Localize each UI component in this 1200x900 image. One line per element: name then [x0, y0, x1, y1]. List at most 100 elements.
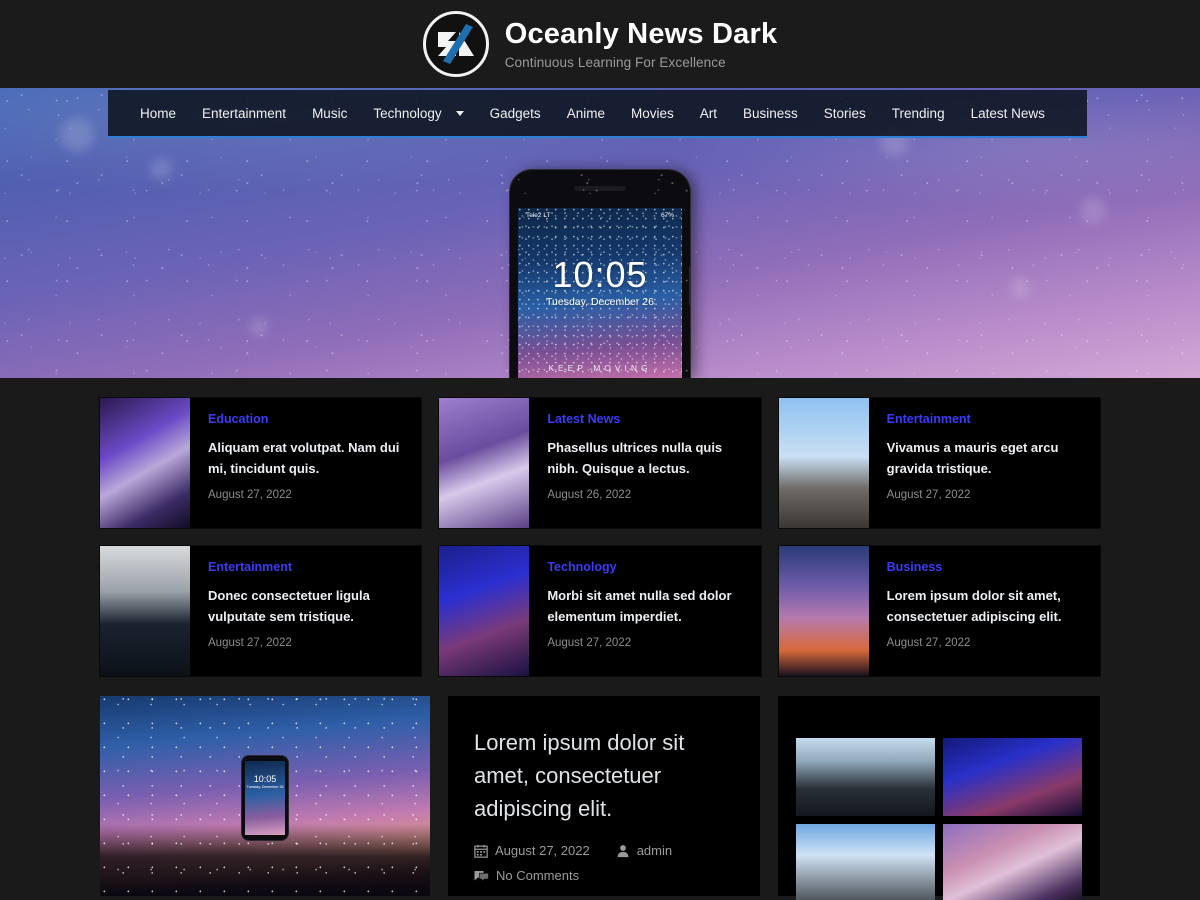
- post-category-link[interactable]: Entertainment: [887, 412, 1084, 426]
- featured-post-comments-label: No Comments: [496, 868, 580, 883]
- site-header: Oceanly News Dark Continuous Learning Fo…: [0, 0, 1200, 88]
- phone-battery: 67%: [660, 212, 674, 219]
- post-category-link[interactable]: Latest News: [547, 412, 744, 426]
- site-branding[interactable]: Oceanly News Dark Continuous Learning Fo…: [422, 11, 778, 77]
- nav-label: Gadgets: [489, 105, 541, 121]
- hero-bokeh: [1010, 278, 1030, 298]
- calendar-icon: [474, 844, 488, 858]
- post-card[interactable]: Technology Morbi sit amet nulla sed dolo…: [439, 546, 761, 676]
- featured-post-date-label: August 27, 2022: [495, 843, 590, 858]
- post-card[interactable]: Entertainment Vivamus a mauris eget arcu…: [778, 398, 1100, 528]
- phone-screen: Tele2 LT 67% 10:05 Tuesday, December 26 …: [518, 208, 682, 378]
- nav-item-movies[interactable]: Movies: [618, 89, 687, 137]
- post-thumbnail[interactable]: [439, 546, 530, 676]
- nav-item-trending[interactable]: Trending: [879, 89, 958, 137]
- post-thumbnail[interactable]: [439, 398, 530, 528]
- featured-phone-date: Tuesday, December 26: [246, 785, 284, 789]
- nav-label: Technology: [373, 105, 442, 121]
- post-category-link[interactable]: Technology: [547, 560, 744, 574]
- nav-item-latest-news[interactable]: Latest News: [958, 89, 1058, 137]
- post-card[interactable]: Latest News Phasellus ultrices nulla qui…: [439, 398, 761, 528]
- post-date: August 27, 2022: [886, 489, 971, 502]
- featured-post-row: 10:05 Tuesday, December 26 Lorem ipsum d…: [100, 676, 1100, 900]
- post-title[interactable]: Morbi sit amet nulla sed dolor elementum…: [547, 585, 744, 627]
- featured-post-author-label: admin: [636, 843, 673, 858]
- post-date: August 27, 2022: [208, 489, 292, 502]
- post-date: August 26, 2022: [547, 489, 632, 502]
- chevron-down-icon[interactable]: [455, 110, 464, 116]
- user-icon: [617, 844, 629, 857]
- post-title[interactable]: Aliquam erat volutpat. Nam dui mi, tinci…: [208, 437, 405, 479]
- gallery-widget: [778, 696, 1100, 900]
- featured-post-author[interactable]: admin: [616, 843, 672, 858]
- featured-post-comments[interactable]: No Comments: [474, 868, 734, 883]
- nav-item-anime[interactable]: Anime: [554, 89, 618, 137]
- nav-item-art[interactable]: Art: [687, 89, 730, 137]
- post-title[interactable]: Lorem ipsum dolor sit amet, consectetuer…: [887, 585, 1084, 627]
- hero-bokeh: [150, 158, 172, 180]
- hero-phone-image: Tele2 LT 67% 10:05 Tuesday, December 26 …: [510, 170, 690, 378]
- phone-clock: 10:05: [552, 254, 648, 295]
- phone-slogan: KEEP MOVING: [548, 363, 652, 373]
- post-card[interactable]: Business Lorem ipsum dolor sit amet, con…: [778, 546, 1100, 676]
- hero-bokeh: [250, 318, 268, 336]
- phone-carrier: Tele2 LT: [526, 212, 551, 219]
- post-title[interactable]: Donec consectetuer ligula vulputate sem …: [208, 585, 405, 627]
- featured-post-card: Lorem ipsum dolor sit amet, consectetuer…: [448, 696, 760, 896]
- post-date: August 27, 2022: [547, 637, 632, 650]
- phone-notch: [574, 186, 626, 191]
- post-category-link[interactable]: Education: [208, 412, 405, 426]
- nav-label: Movies: [630, 105, 674, 121]
- post-thumbnail[interactable]: [100, 546, 190, 676]
- gallery-tile[interactable]: [943, 824, 1082, 900]
- featured-post-title[interactable]: Lorem ipsum dolor sit amet, consectetuer…: [474, 726, 734, 825]
- nav-item-home[interactable]: Home: [108, 89, 189, 137]
- post-category-link[interactable]: Entertainment: [208, 560, 405, 574]
- post-date: August 27, 2022: [886, 637, 971, 650]
- nav-item-gadgets[interactable]: Gadgets: [477, 89, 554, 137]
- nav-label: Latest News: [970, 105, 1045, 121]
- phone-date: Tuesday, December 26: [546, 296, 654, 308]
- gallery-tile[interactable]: [943, 738, 1082, 816]
- post-category-link[interactable]: Business: [887, 560, 1084, 574]
- nav-label: Music: [312, 105, 348, 121]
- page-title: Oceanly News Dark: [504, 17, 778, 50]
- nav-item-entertainment[interactable]: Entertainment: [189, 89, 299, 137]
- nav-item-business[interactable]: Business: [730, 89, 811, 137]
- nav-item-stories[interactable]: Stories: [811, 89, 879, 137]
- featured-phone-image: 10:05 Tuesday, December 26: [242, 756, 288, 840]
- featured-post-date[interactable]: August 27, 2022: [474, 843, 590, 858]
- post-card[interactable]: Education Aliquam erat volutpat. Nam dui…: [100, 398, 422, 528]
- post-thumbnail[interactable]: [778, 546, 869, 676]
- oceanly-logo-mark-icon[interactable]: [422, 11, 489, 77]
- gallery-tile[interactable]: [796, 738, 935, 816]
- hero-bokeh: [1080, 198, 1106, 224]
- nav-label: Trending: [891, 105, 945, 121]
- gallery-grid: [796, 708, 1082, 900]
- post-card-grid: Education Aliquam erat volutpat. Nam dui…: [100, 378, 1100, 676]
- post-date: August 27, 2022: [208, 637, 292, 650]
- nav-label: Business: [742, 105, 798, 121]
- nav-label: Anime: [566, 105, 605, 121]
- nav-label: Entertainment: [202, 105, 287, 121]
- hero-bokeh: [60, 118, 94, 152]
- post-thumbnail[interactable]: [100, 398, 190, 528]
- featured-phone-screen: [245, 761, 285, 835]
- hero-banner: Home Entertainment Music Technology Gadg…: [0, 88, 1200, 378]
- post-card[interactable]: Entertainment Donec consectetuer ligula …: [100, 546, 422, 676]
- post-thumbnail[interactable]: [778, 398, 869, 528]
- phone-status-bar: Tele2 LT 67%: [518, 210, 682, 221]
- gallery-tile[interactable]: [796, 824, 935, 900]
- nav-item-technology[interactable]: Technology: [360, 89, 476, 137]
- phone-side-button: [689, 266, 690, 306]
- main-navigation[interactable]: Home Entertainment Music Technology Gadg…: [108, 90, 1087, 138]
- nav-label: Art: [699, 105, 717, 121]
- post-title[interactable]: Vivamus a mauris eget arcu gravida trist…: [887, 437, 1084, 479]
- comment-icon: [474, 870, 489, 882]
- post-title[interactable]: Phasellus ultrices nulla quis nibh. Quis…: [547, 437, 744, 479]
- nav-item-music[interactable]: Music: [299, 89, 360, 137]
- nav-label: Home: [140, 105, 177, 121]
- featured-post-image[interactable]: 10:05 Tuesday, December 26: [100, 696, 430, 896]
- site-tagline: Continuous Learning For Excellence: [504, 55, 726, 71]
- featured-post-meta: August 27, 2022 admin: [474, 843, 734, 858]
